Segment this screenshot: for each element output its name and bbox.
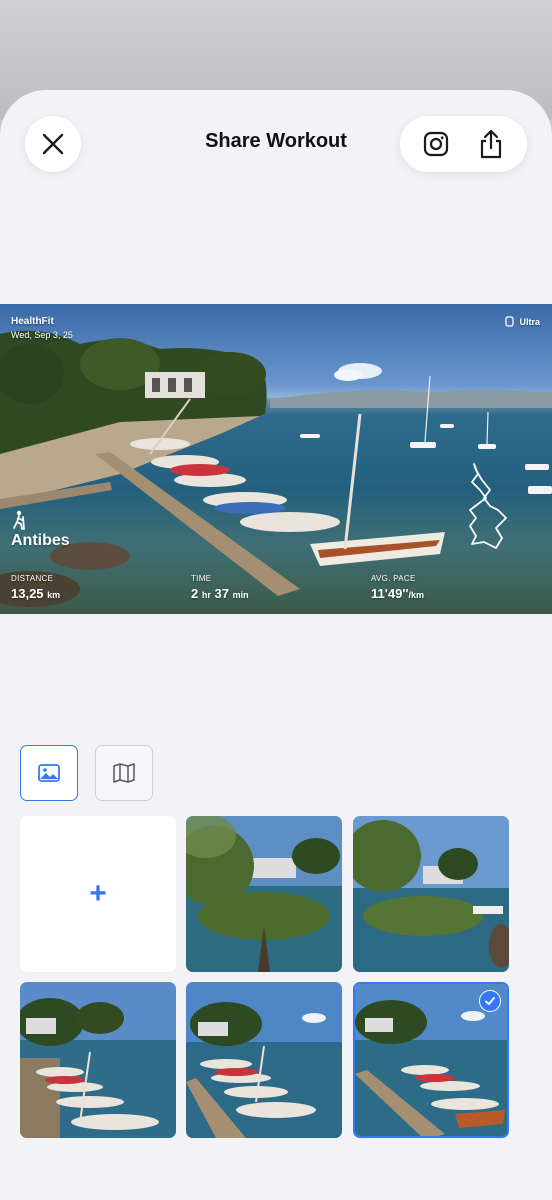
photo-thumbnail[interactable]	[186, 982, 342, 1138]
metric-label: TIME	[191, 574, 212, 583]
watch-icon	[505, 316, 515, 327]
photo-thumbnail[interactable]	[186, 816, 342, 972]
workout-date: Wed, Sep 3, 25	[11, 330, 73, 340]
metric-label: AVG. PACE	[371, 574, 416, 583]
photo-harbor-1	[20, 982, 176, 1138]
metric-value: 11'49''/km	[371, 586, 424, 601]
metric-value: 13,25 km	[11, 586, 61, 601]
photo-harbor-2	[186, 982, 342, 1138]
instagram-icon	[423, 131, 448, 157]
route-trace	[469, 463, 507, 549]
photo-thumbnail-selected[interactable]	[353, 982, 509, 1138]
map-icon	[113, 763, 135, 783]
metric-value: 2 hr 37 min	[191, 586, 249, 601]
photo-thumbnail[interactable]	[20, 982, 176, 1138]
share-button[interactable]	[471, 124, 511, 164]
photo-source-button[interactable]	[20, 745, 78, 801]
photo-trees-2	[353, 816, 509, 972]
metric-time: TIME 2 hr 37 min	[191, 574, 249, 601]
metric-label: DISTANCE	[11, 574, 54, 583]
brand-label: HealthFit	[11, 316, 54, 327]
metric-distance: DISTANCE 13,25 km	[11, 574, 60, 601]
device-label: Ultra	[519, 316, 540, 327]
location-title: Antibes	[11, 532, 70, 549]
share-icon	[481, 129, 502, 159]
instagram-button[interactable]	[416, 124, 456, 164]
plus-icon: +	[89, 877, 107, 910]
add-photo-button[interactable]: +	[20, 816, 176, 972]
photo-icon	[38, 764, 60, 782]
metric-pace: AVG. PACE 11'49''/km	[371, 574, 424, 601]
checkmark-icon	[479, 990, 501, 1012]
map-source-button[interactable]	[95, 745, 153, 801]
share-sheet: Share Workout HealthFit Wed, Sep 3, 25 U…	[0, 90, 552, 1200]
photo-thumbnail[interactable]	[353, 816, 509, 972]
photo-trees-1	[186, 816, 342, 972]
workout-preview-card: HealthFit Wed, Sep 3, 25 Ultra Antibes D…	[0, 304, 552, 614]
share-actions	[400, 116, 527, 172]
harbor-photo	[0, 330, 552, 607]
device-badge: Ultra	[505, 316, 540, 327]
